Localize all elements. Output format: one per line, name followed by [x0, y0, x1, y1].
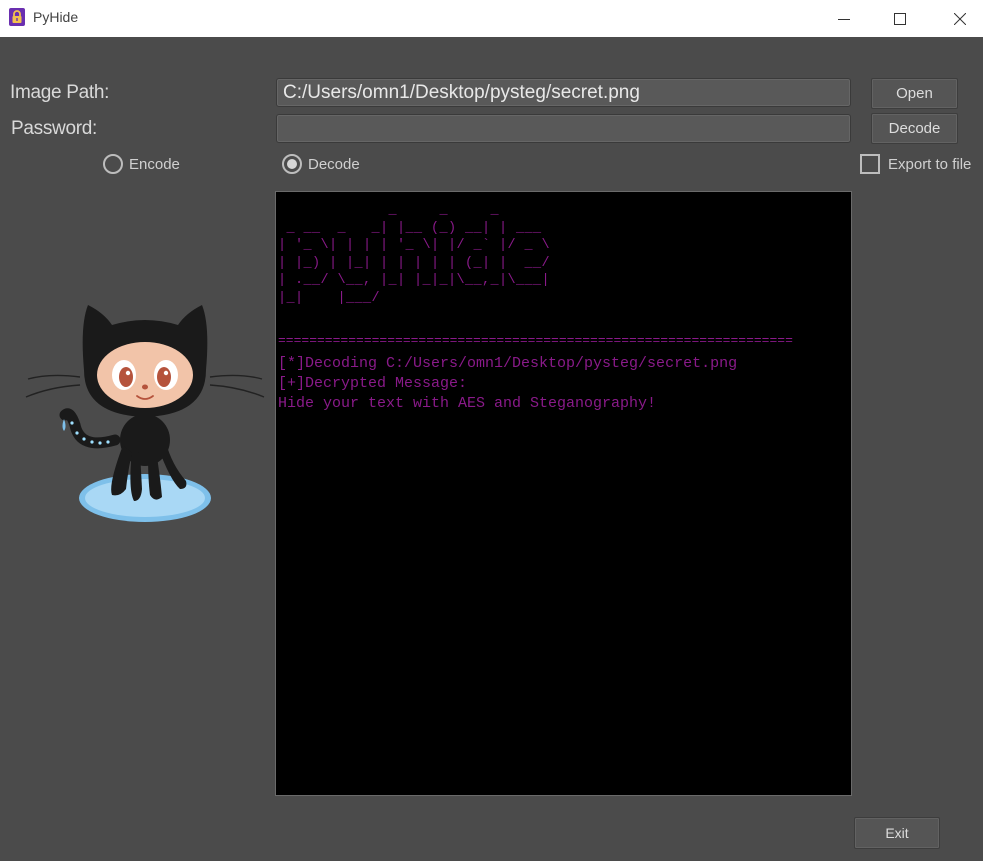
encode-radio-indicator — [103, 154, 123, 174]
console-log: [*]Decoding C:/Users/omn1/Desktop/pysteg… — [278, 354, 737, 414]
close-icon — [954, 12, 966, 25]
minimize-icon — [838, 18, 850, 20]
password-field[interactable] — [276, 114, 851, 143]
export-to-file-checkbox[interactable]: Export to file — [860, 154, 971, 174]
minimize-button[interactable] — [821, 0, 867, 37]
window-title: PyHide — [33, 9, 79, 25]
console-separator: ========================================… — [278, 333, 793, 348]
encode-radio[interactable]: Encode — [103, 154, 180, 174]
export-checkbox-box — [860, 154, 880, 174]
decode-button[interactable]: Decode — [871, 113, 958, 144]
password-label: Password: — [11, 118, 98, 139]
octocat-image — [20, 275, 270, 525]
output-console[interactable]: _ _ _ _ __ _ _| |__ (_) __| | ___ | '_ \… — [275, 191, 852, 796]
decode-radio[interactable]: Decode — [282, 154, 360, 174]
pyhide-ascii-banner: _ _ _ _ __ _ _| |__ (_) __| | ___ | '_ \… — [278, 203, 551, 306]
main-panel: Image Path: C:/Users/omn1/Desktop/pysteg… — [0, 37, 983, 861]
console-line: [+]Decrypted Message: — [278, 375, 468, 392]
console-line: [*]Decoding C:/Users/omn1/Desktop/pysteg… — [278, 355, 738, 372]
maximize-button[interactable] — [877, 0, 923, 37]
console-line: Hide your text with AES and Steganograph… — [278, 395, 657, 412]
decode-radio-label: Decode — [308, 155, 360, 173]
maximize-icon — [894, 12, 906, 25]
title-bar: PyHide — [0, 0, 983, 37]
image-path-field[interactable]: C:/Users/omn1/Desktop/pysteg/secret.png — [276, 78, 851, 107]
encode-radio-label: Encode — [129, 155, 180, 173]
close-button[interactable] — [937, 0, 983, 37]
padlock-icon — [8, 8, 26, 26]
open-button[interactable]: Open — [871, 78, 958, 109]
decode-radio-indicator — [282, 154, 302, 174]
exit-button[interactable]: Exit — [854, 817, 940, 849]
image-path-label: Image Path: — [10, 82, 110, 103]
export-checkbox-label: Export to file — [888, 155, 972, 173]
